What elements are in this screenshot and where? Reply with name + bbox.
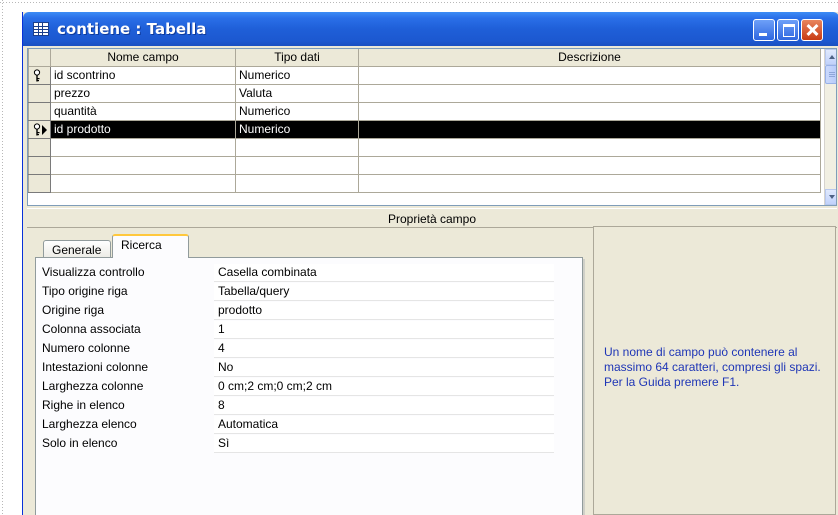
property-label: Intestazioni colonne — [42, 360, 149, 374]
row-selector[interactable] — [28, 173, 51, 193]
property-value-field[interactable]: Automatica — [214, 416, 554, 434]
property-label: Righe in elenco — [42, 398, 125, 412]
property-value-field[interactable]: 4 — [214, 340, 554, 358]
data-type-cell[interactable] — [235, 155, 359, 175]
field-properties-header: Proprietà campo — [27, 208, 837, 228]
description-cell[interactable] — [358, 173, 821, 193]
property-row[interactable]: Larghezza elenco Automatica — [42, 416, 554, 434]
property-value-field[interactable]: prodotto — [214, 302, 554, 320]
row-selector[interactable] — [28, 155, 51, 175]
property-label: Visualizza controllo — [42, 265, 145, 279]
description-cell[interactable] — [358, 119, 821, 139]
column-header-field-name[interactable]: Nome campo — [50, 49, 236, 67]
property-label: Colonna associata — [42, 322, 141, 336]
empty-row[interactable] — [28, 173, 821, 193]
scroll-up-icon[interactable] — [825, 49, 836, 65]
property-row[interactable]: Visualizza controllo Casella combinata — [42, 264, 554, 282]
primary-key-icon — [33, 68, 41, 81]
property-row[interactable]: Intestazioni colonne No — [42, 359, 554, 377]
column-header-data-type[interactable]: Tipo dati — [235, 49, 359, 67]
property-label: Larghezza elenco — [42, 417, 137, 431]
scroll-thumb[interactable] — [825, 65, 836, 84]
data-type-cell[interactable] — [235, 137, 359, 157]
tab-generale[interactable]: Generale — [43, 240, 111, 258]
row-selector[interactable] — [28, 83, 51, 103]
property-value-field[interactable]: Casella combinata — [214, 264, 554, 282]
maximize-icon[interactable] — [777, 19, 799, 41]
field-name-cell[interactable]: prezzo — [50, 83, 236, 103]
minimize-icon[interactable] — [753, 19, 775, 41]
field-name-cell[interactable]: quantità — [50, 101, 236, 121]
empty-row[interactable] — [28, 137, 821, 157]
property-value-field[interactable]: Sì — [214, 435, 554, 453]
current-row-pointer-icon — [42, 124, 47, 135]
background-dotted-border-top — [0, 0, 838, 4]
description-cell[interactable] — [358, 83, 821, 103]
description-cell[interactable] — [358, 155, 821, 175]
property-row[interactable]: Larghezza colonne 0 cm;2 cm;0 cm;2 cm — [42, 378, 554, 396]
field-name-cell[interactable] — [50, 155, 236, 175]
property-value-field[interactable]: No — [214, 359, 554, 377]
title-bar[interactable]: contiene : Tabella — [23, 12, 838, 46]
grid-corner — [28, 49, 51, 67]
property-row[interactable]: Origine riga prodotto — [42, 302, 554, 320]
property-value-field[interactable]: 1 — [214, 321, 554, 339]
table-design-window: contiene : Tabella Nome campo Tipo dati … — [22, 12, 838, 515]
data-type-cell[interactable]: Numerico — [235, 119, 359, 139]
row-selector[interactable] — [28, 119, 51, 139]
table-row-selected[interactable]: id prodotto Numerico — [28, 119, 821, 139]
property-row[interactable]: Numero colonne 4 — [42, 340, 554, 358]
column-header-description[interactable]: Descrizione — [358, 49, 821, 67]
field-name-cell[interactable]: id prodotto — [50, 119, 236, 139]
property-row[interactable]: Righe in elenco 8 — [42, 397, 554, 415]
background-dotted-border-left — [0, 0, 6, 515]
primary-key-icon — [33, 122, 41, 135]
close-icon[interactable] — [801, 19, 823, 41]
table-row[interactable]: prezzo Valuta — [28, 83, 821, 103]
window-title: contiene : Tabella — [57, 20, 207, 38]
description-cell[interactable] — [358, 65, 821, 85]
help-description-box: Un nome di campo può contenere al massim… — [593, 226, 836, 515]
property-label: Tipo origine riga — [42, 284, 128, 298]
property-row[interactable]: Tipo origine riga Tabella/query — [42, 283, 554, 301]
table-row[interactable]: quantità Numerico — [28, 101, 821, 121]
help-text: Un nome di campo può contenere al massim… — [604, 345, 821, 389]
property-value-field[interactable]: 8 — [214, 397, 554, 415]
description-cell[interactable] — [358, 101, 821, 121]
property-label: Origine riga — [42, 303, 105, 317]
property-label: Numero colonne — [42, 341, 131, 355]
data-type-cell[interactable]: Numerico — [235, 65, 359, 85]
property-label: Solo in elenco — [42, 436, 118, 450]
vertical-scrollbar[interactable] — [824, 49, 836, 205]
field-name-cell[interactable]: id scontrino — [50, 65, 236, 85]
row-selector[interactable] — [28, 101, 51, 121]
description-cell[interactable] — [358, 137, 821, 157]
property-row[interactable]: Colonna associata 1 — [42, 321, 554, 339]
tab-ricerca[interactable]: Ricerca — [112, 234, 189, 258]
scroll-down-icon[interactable] — [825, 189, 836, 205]
grid-header-row: Nome campo Tipo dati Descrizione — [28, 49, 821, 67]
property-row[interactable]: Solo in elenco Sì — [42, 435, 554, 453]
property-value-field[interactable]: Tabella/query — [214, 283, 554, 301]
data-type-cell[interactable]: Numerico — [235, 101, 359, 121]
row-selector[interactable] — [28, 65, 51, 85]
empty-row[interactable] — [28, 155, 821, 175]
field-name-cell[interactable] — [50, 137, 236, 157]
property-label: Larghezza colonne — [42, 379, 144, 393]
table-icon — [33, 22, 49, 36]
row-selector[interactable] — [28, 137, 51, 157]
data-type-cell[interactable] — [235, 173, 359, 193]
field-name-cell[interactable] — [50, 173, 236, 193]
field-design-grid: Nome campo Tipo dati Descrizione id scon… — [27, 48, 837, 206]
table-row[interactable]: id scontrino Numerico — [28, 65, 821, 85]
lookup-properties-panel: Visualizza controllo Casella combinata T… — [35, 257, 583, 515]
data-type-cell[interactable]: Valuta — [235, 83, 359, 103]
property-value-field[interactable]: 0 cm;2 cm;0 cm;2 cm — [214, 378, 554, 396]
